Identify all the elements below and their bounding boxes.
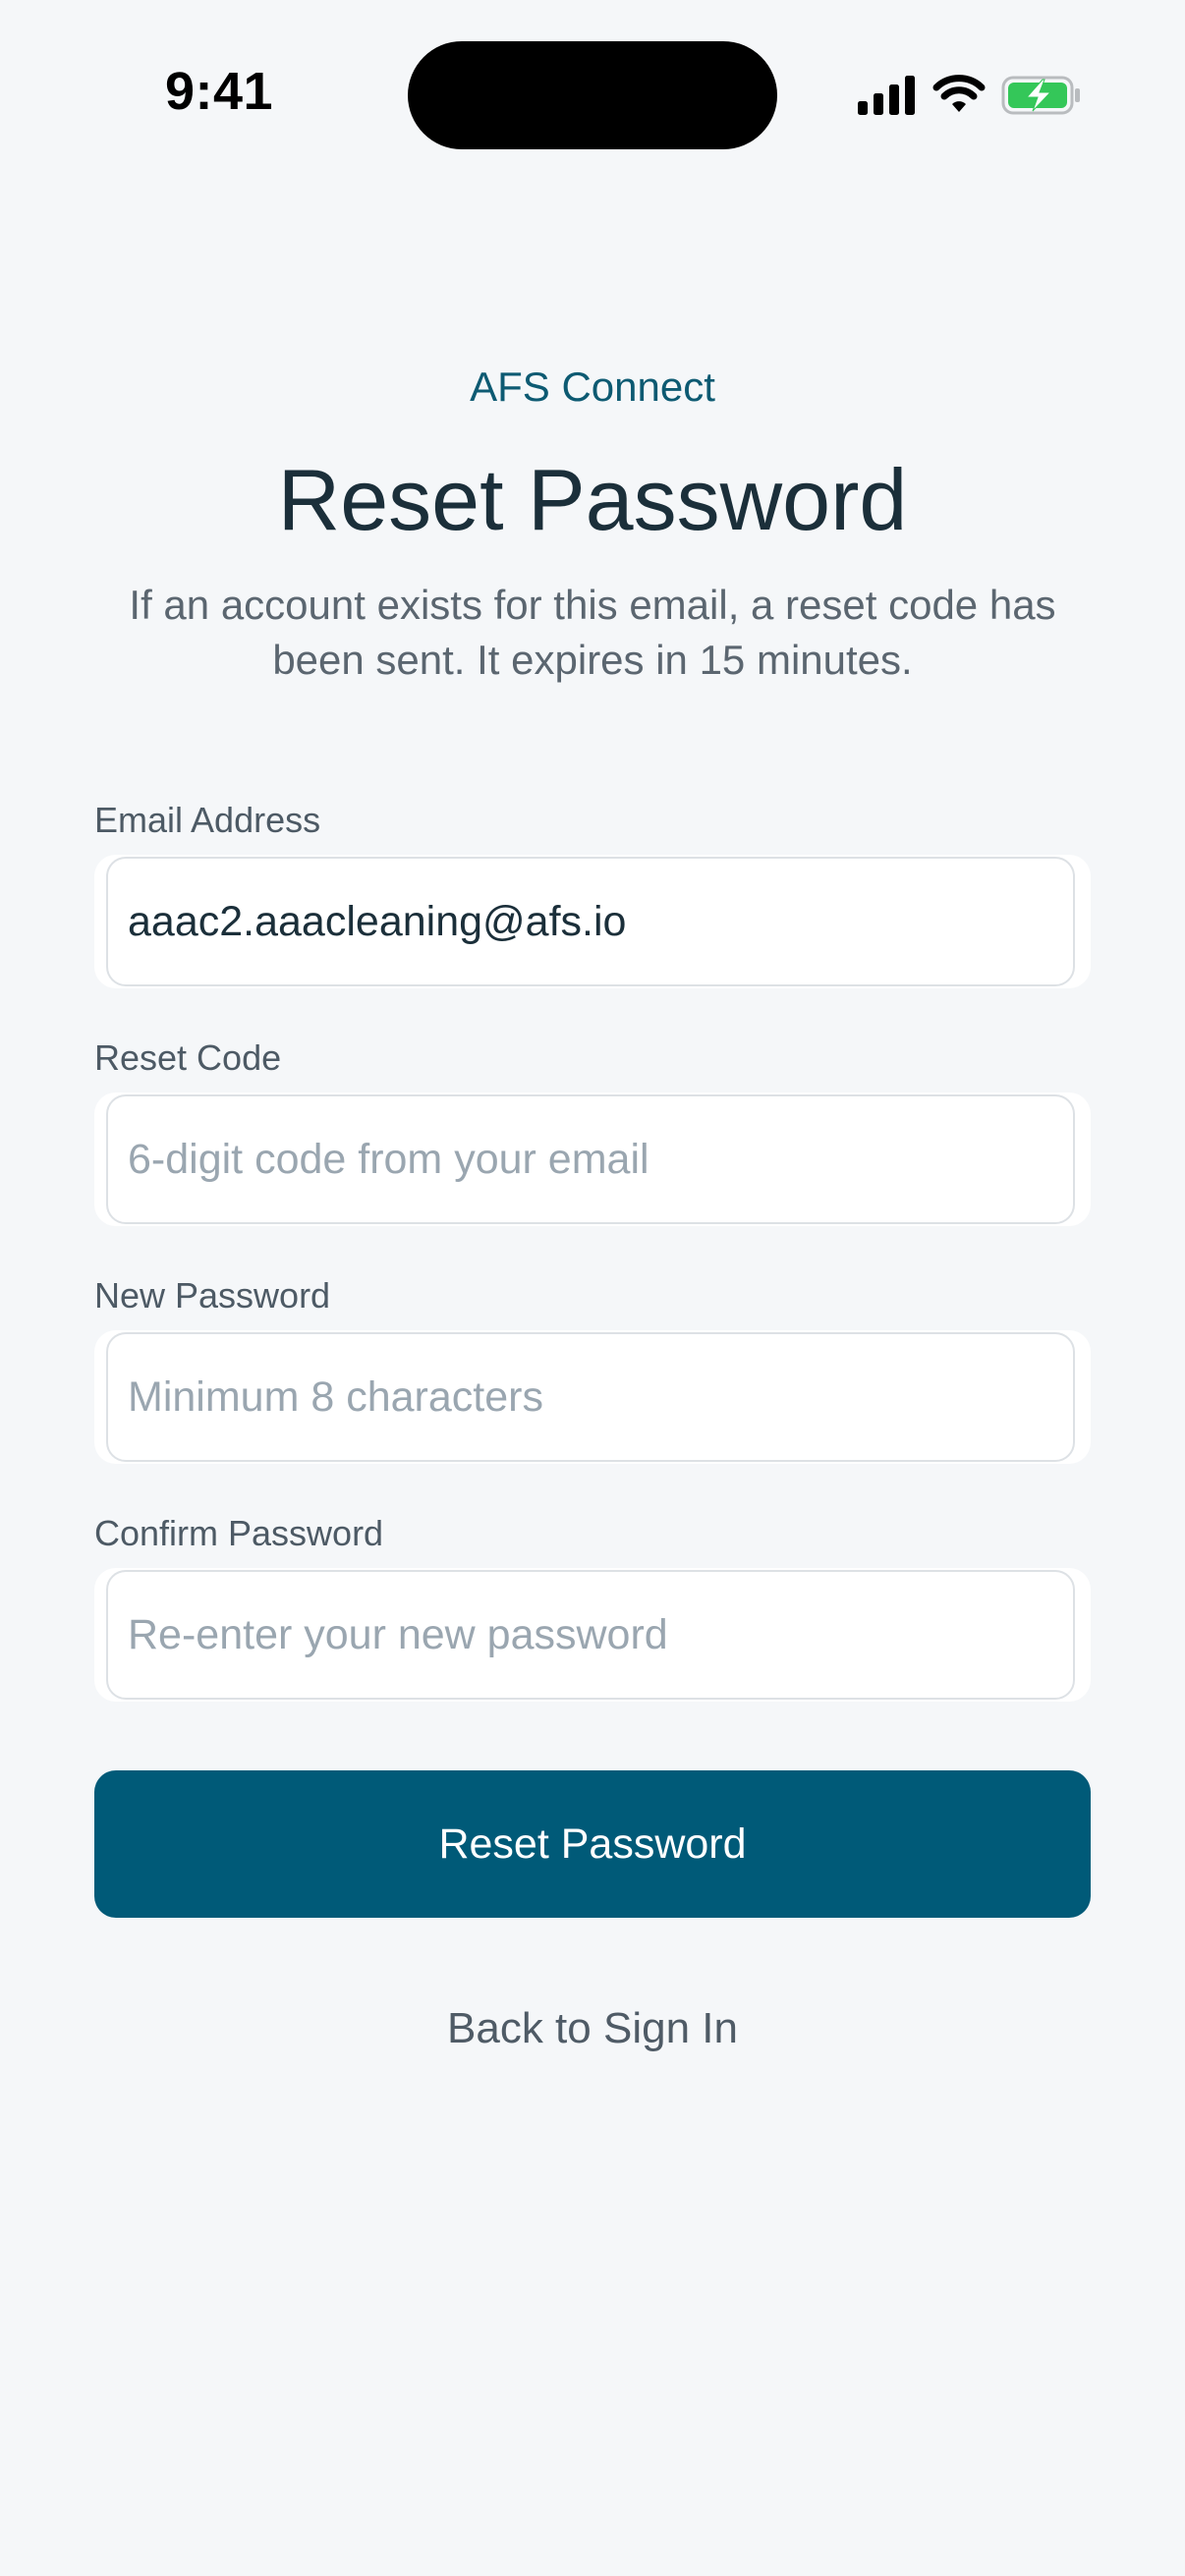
new-password-field-container: [94, 1330, 1091, 1464]
status-time: 9:41: [165, 62, 274, 121]
email-label: Email Address: [94, 800, 321, 840]
wifi-icon: [932, 75, 986, 116]
email-field-container: [94, 855, 1091, 988]
brand-name: AFS Connect: [470, 364, 715, 410]
cellular-signal-icon: [858, 76, 917, 115]
reset-code-field[interactable]: [106, 1094, 1075, 1224]
back-to-sign-in-link[interactable]: Back to Sign In: [0, 2004, 1185, 2053]
reset-password-button[interactable]: Reset Password: [94, 1770, 1091, 1918]
status-icons: [858, 75, 1082, 116]
new-password-label: New Password: [94, 1275, 331, 1316]
reset-password-screen: 9:41 AFS Connect Reset Password If an ac…: [0, 0, 1185, 2576]
reset-code-label: Reset Code: [94, 1037, 282, 1078]
confirm-password-field[interactable]: [106, 1570, 1075, 1700]
email-field[interactable]: [106, 857, 1075, 986]
new-password-field[interactable]: [106, 1332, 1075, 1462]
confirm-password-label: Confirm Password: [94, 1513, 384, 1553]
page-subtitle: If an account exists for this email, a r…: [129, 582, 1056, 683]
confirm-password-field-container: [94, 1568, 1091, 1702]
page-title: Reset Password: [277, 451, 908, 548]
reset-code-field-container: [94, 1092, 1091, 1226]
dynamic-island: [408, 41, 777, 149]
battery-charging-icon: [1001, 76, 1082, 115]
